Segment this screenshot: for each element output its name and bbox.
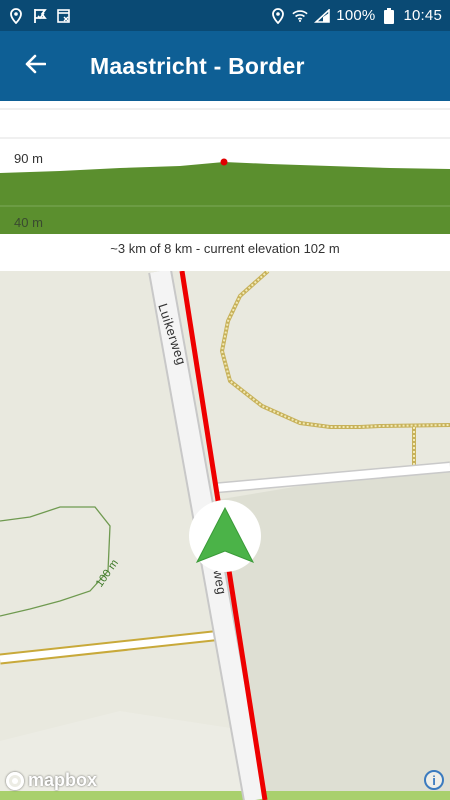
battery-percent: 100% xyxy=(336,7,376,24)
mapbox-wordmark: mapbox xyxy=(28,770,98,790)
contour-line xyxy=(0,506,111,617)
elevation-chart: 90 m 40 m xyxy=(0,108,450,234)
elevation-label-top: 90 m xyxy=(14,151,43,166)
track-path xyxy=(219,271,450,429)
contour-label: 100 m xyxy=(94,558,121,590)
map-canvas[interactable]: 100 m Luikerweg erweg xyxy=(0,271,450,800)
elevation-panel: 90 m 40 m ~3 km of 8 km - current elevat… xyxy=(0,101,450,271)
map-view[interactable]: 100 m Luikerweg erweg xyxy=(0,271,450,800)
back-button[interactable] xyxy=(0,31,70,101)
location-pin-icon xyxy=(8,7,24,24)
lower-road xyxy=(0,631,223,663)
clock: 10:45 xyxy=(403,7,442,24)
signal-icon xyxy=(314,8,331,24)
status-bar: 100% 10:45 xyxy=(0,0,450,31)
elevation-caption: ~3 km of 8 km - current elevation 102 m xyxy=(110,241,340,256)
app-bar: Maastricht - Border xyxy=(0,31,450,101)
battery-icon xyxy=(381,7,397,24)
mapbox-logo[interactable]: mapbox xyxy=(6,770,97,791)
attribution-info-button[interactable]: i xyxy=(424,770,444,790)
park-strip xyxy=(0,791,450,800)
wifi-icon xyxy=(292,8,308,24)
mapbox-icon xyxy=(6,771,24,790)
elevation-label-bottom: 40 m xyxy=(14,215,43,230)
navigation-flag-icon xyxy=(32,8,48,24)
location-icon xyxy=(270,7,286,24)
status-bar-left xyxy=(8,7,72,24)
terrain-area xyxy=(0,162,450,234)
status-bar-right: 100% 10:45 xyxy=(270,7,442,24)
current-position-marker xyxy=(220,158,228,166)
calendar-close-icon xyxy=(56,8,72,24)
page-title: Maastricht - Border xyxy=(90,52,305,79)
app-screen: 100% 10:45 Maastricht - Border 90 m 40 m… xyxy=(0,0,450,800)
info-icon: i xyxy=(432,772,436,788)
arrow-left-icon xyxy=(24,54,47,79)
